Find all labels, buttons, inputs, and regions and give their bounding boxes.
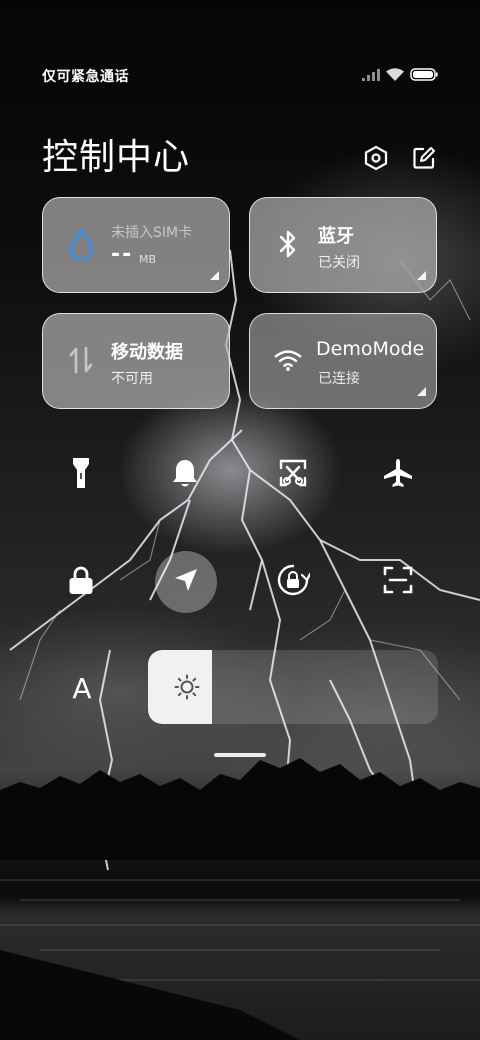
data-usage-tile[interactable]: 未插入SIM卡 -- MB [42, 197, 230, 293]
bluetooth-icon [274, 228, 302, 260]
lock-icon [68, 565, 94, 599]
bluetooth-status: 已关闭 [318, 255, 360, 271]
location-icon [173, 567, 199, 597]
water-drop-icon [67, 228, 95, 260]
rotation-lock-toggle[interactable] [262, 551, 324, 613]
carrier-status-text: 仅可紧急通话 [42, 69, 129, 85]
wifi-tile[interactable]: DemoMode 已连接 [249, 313, 437, 409]
page-title: 控制中心 [42, 137, 191, 178]
status-icons [362, 66, 438, 85]
data-arrows-icon [67, 344, 95, 376]
bluetooth-tile[interactable]: 蓝牙 已关闭 [249, 197, 437, 293]
edit-icon [412, 146, 436, 174]
mobile-data-label: 移动数据 [111, 342, 183, 363]
brightness-slider[interactable] [148, 650, 438, 724]
expand-corner-icon [417, 271, 426, 280]
scanner-toggle[interactable] [367, 551, 429, 613]
rotation-lock-icon [276, 563, 312, 601]
battery-icon [410, 66, 438, 85]
sun-icon [174, 674, 200, 700]
settings-button[interactable] [362, 145, 390, 175]
notification-toggle[interactable] [154, 444, 216, 506]
data-usage-unit: MB [139, 253, 157, 266]
wifi-network-name: DemoMode [316, 338, 425, 360]
bluetooth-label: 蓝牙 [318, 226, 354, 247]
font-size-button[interactable]: A [62, 668, 102, 708]
wifi-icon [386, 66, 404, 85]
bell-icon [171, 458, 199, 492]
settings-icon [363, 145, 389, 175]
expand-corner-icon [417, 387, 426, 396]
expand-corner-icon [210, 271, 219, 280]
screenshot-icon [278, 458, 308, 492]
wifi-icon [274, 344, 302, 376]
flashlight-icon [72, 457, 90, 493]
data-usage-value: -- [111, 242, 134, 267]
wifi-status: 已连接 [318, 371, 360, 387]
font-size-label: A [72, 671, 92, 705]
sim-status-label: 未插入SIM卡 [111, 225, 193, 241]
mobile-data-tile[interactable]: 移动数据 不可用 [42, 313, 230, 409]
edit-button[interactable] [410, 146, 438, 174]
location-toggle[interactable] [155, 551, 217, 613]
signal-icon [362, 66, 380, 85]
airplane-icon [383, 458, 413, 492]
flashlight-toggle[interactable] [50, 444, 112, 506]
mobile-data-status: 不可用 [111, 371, 153, 387]
scan-icon [383, 565, 413, 599]
home-indicator[interactable] [214, 753, 266, 757]
lock-screen-toggle[interactable] [50, 551, 112, 613]
airplane-mode-toggle[interactable] [367, 444, 429, 506]
screenshot-toggle[interactable] [262, 444, 324, 506]
